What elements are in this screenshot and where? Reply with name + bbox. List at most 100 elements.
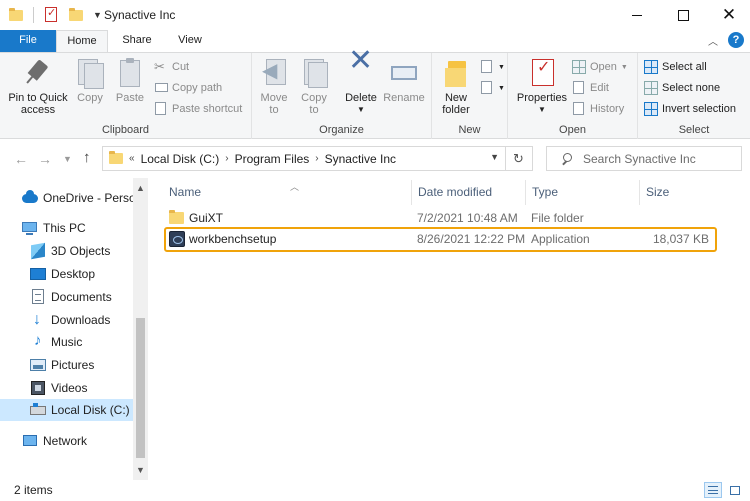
cut-label: Cut bbox=[172, 61, 190, 73]
breadcrumb-local-disk[interactable]: Local Disk (C:) bbox=[141, 152, 220, 166]
column-header-size[interactable]: Size bbox=[639, 180, 719, 205]
refresh-icon[interactable]: ↻ bbox=[505, 146, 533, 171]
recent-locations-chevron-icon[interactable]: ▼ bbox=[63, 154, 72, 164]
address-history-dropdown-icon[interactable]: ▼ bbox=[490, 152, 499, 162]
copy-path-button[interactable]: Copy path bbox=[154, 79, 222, 97]
sidebar-item-videos[interactable]: Videos bbox=[30, 377, 134, 399]
sidebar-item-label: Local Disk (C:) bbox=[51, 403, 130, 417]
tab-share[interactable]: Share bbox=[112, 30, 162, 52]
back-arrow-icon[interactable]: ← bbox=[14, 151, 28, 167]
rename-button[interactable]: Rename bbox=[382, 57, 426, 104]
onedrive-cloud-icon bbox=[22, 190, 38, 206]
pin-icon bbox=[22, 57, 54, 89]
breadcrumb-synactive-inc[interactable]: Synactive Inc bbox=[325, 152, 396, 166]
paste-shortcut-label: Paste shortcut bbox=[172, 103, 243, 115]
sidebar-item-local-disk[interactable]: Local Disk (C:) bbox=[0, 399, 133, 421]
sidebar-item-downloads[interactable]: ↓ Downloads bbox=[30, 309, 134, 331]
organize-group-label: Organize bbox=[319, 124, 364, 136]
file-list: Name ︿ Date modified Type Size GuiXT 7/2… bbox=[155, 178, 750, 480]
clipboard-group: Pin to Quick access Copy Paste ✂ Cut Cop… bbox=[0, 53, 252, 139]
select-all-button[interactable]: Select all bbox=[644, 58, 707, 76]
edit-label: Edit bbox=[590, 82, 609, 94]
large-icons-view-icon[interactable] bbox=[726, 482, 744, 498]
open-button[interactable]: Open ▼ bbox=[572, 58, 628, 76]
sidebar-item-music[interactable]: ♪ Music bbox=[30, 331, 134, 353]
sidebar-scrollbar[interactable]: ▲ ▼ bbox=[133, 178, 148, 480]
delete-button[interactable]: ✕ Delete ▼ bbox=[342, 46, 380, 116]
address-bar[interactable]: « Local Disk (C:) › Program Files › Syna… bbox=[102, 146, 506, 171]
new-item-button[interactable]: ▼ bbox=[480, 58, 505, 76]
column-header-name[interactable]: Name ︿ bbox=[163, 180, 411, 205]
sidebar-item-desktop[interactable]: Desktop bbox=[30, 263, 134, 285]
maximize-button[interactable] bbox=[660, 0, 706, 30]
new-folder-button[interactable]: New folder bbox=[436, 57, 476, 116]
copy-to-icon bbox=[298, 57, 330, 89]
properties-dropdown-icon[interactable]: ▼ bbox=[514, 104, 570, 116]
scroll-down-icon[interactable]: ▼ bbox=[133, 463, 148, 478]
select-none-icon bbox=[644, 81, 658, 95]
tab-home[interactable]: Home bbox=[56, 30, 108, 53]
delete-dropdown-icon[interactable]: ▼ bbox=[342, 104, 380, 116]
up-arrow-icon[interactable]: ↑ bbox=[83, 149, 91, 166]
copy-button[interactable]: Copy bbox=[72, 57, 108, 104]
sidebar-item-3d-objects[interactable]: 3D Objects bbox=[30, 240, 134, 262]
scroll-up-icon[interactable]: ▲ bbox=[133, 181, 148, 196]
customize-toolbar-dropdown-icon[interactable]: ▼ bbox=[93, 10, 102, 20]
select-group: Select all Select none Invert selection … bbox=[638, 53, 750, 139]
history-icon bbox=[572, 102, 586, 116]
sidebar-item-label: 3D Objects bbox=[51, 244, 111, 258]
open-group-label: Open bbox=[559, 124, 586, 136]
scroll-thumb[interactable] bbox=[136, 318, 145, 458]
column-header-date-modified[interactable]: Date modified bbox=[411, 180, 525, 205]
network-icon bbox=[22, 433, 38, 449]
navigation-bar: ← → ▼ ↑ « Local Disk (C:) › Program File… bbox=[0, 140, 750, 178]
pin-to-quick-access-button[interactable]: Pin to Quick access bbox=[4, 57, 72, 116]
file-row-guixt[interactable]: GuiXT 7/2/2021 10:48 AM File folder bbox=[163, 208, 715, 228]
history-button[interactable]: History bbox=[572, 100, 624, 118]
address-overflow-icon[interactable]: « bbox=[129, 153, 135, 164]
copy-path-icon bbox=[154, 81, 168, 95]
sidebar-item-pictures[interactable]: Pictures bbox=[30, 354, 134, 376]
invert-selection-button[interactable]: Invert selection bbox=[644, 100, 736, 118]
forward-arrow-icon[interactable]: → bbox=[38, 151, 52, 167]
sidebar-item-this-pc[interactable]: This PC bbox=[22, 217, 134, 239]
properties-quick-icon[interactable] bbox=[43, 6, 59, 23]
select-none-button[interactable]: Select none bbox=[644, 79, 720, 97]
move-to-label-line1: Move bbox=[260, 92, 288, 104]
sidebar-item-network[interactable]: Network bbox=[22, 430, 134, 452]
sidebar-item-label: Desktop bbox=[51, 267, 96, 281]
column-size-label: Size bbox=[646, 185, 670, 199]
collapse-ribbon-icon[interactable]: ︿ bbox=[708, 33, 718, 48]
copy-to-button[interactable]: Copy to bbox=[296, 57, 332, 116]
help-icon[interactable]: ? bbox=[728, 32, 744, 48]
new-group: New folder ▼ ▼ New bbox=[432, 53, 508, 139]
tab-view[interactable]: View bbox=[164, 30, 216, 52]
column-date-label: Date modified bbox=[418, 185, 493, 199]
paste-button[interactable]: Paste bbox=[112, 57, 148, 104]
navigation-pane: OneDrive - Person This PC 3D Objects Des… bbox=[0, 178, 150, 480]
breadcrumb-separator-icon[interactable]: › bbox=[315, 153, 318, 164]
column-header-type[interactable]: Type bbox=[525, 180, 639, 205]
new-item-icon bbox=[480, 60, 494, 74]
search-input[interactable]: Search Synactive Inc bbox=[546, 146, 742, 171]
details-view-icon[interactable] bbox=[704, 482, 722, 498]
sidebar-item-onedrive[interactable]: OneDrive - Person bbox=[22, 187, 134, 209]
edit-button[interactable]: Edit bbox=[572, 79, 609, 97]
new-folder-quick-icon[interactable] bbox=[68, 7, 84, 23]
properties-button[interactable]: Properties ▼ bbox=[514, 57, 570, 116]
cut-button[interactable]: ✂ Cut bbox=[154, 58, 189, 76]
minimize-button[interactable] bbox=[614, 0, 660, 30]
title-bar: ▼ Synactive Inc ✕ bbox=[0, 0, 750, 30]
copy-label: Copy bbox=[77, 92, 103, 104]
edit-icon bbox=[572, 81, 586, 95]
move-to-button[interactable]: ◀ Move to bbox=[256, 57, 292, 116]
select-all-label: Select all bbox=[662, 61, 707, 73]
close-button[interactable]: ✕ bbox=[706, 0, 750, 30]
easy-access-button[interactable]: ▼ bbox=[480, 79, 505, 97]
breadcrumb-separator-icon[interactable]: › bbox=[225, 153, 228, 164]
status-bar: 2 items bbox=[0, 480, 750, 501]
breadcrumb-program-files[interactable]: Program Files bbox=[235, 152, 310, 166]
sidebar-item-documents[interactable]: Documents bbox=[30, 286, 134, 308]
paste-shortcut-button[interactable]: Paste shortcut bbox=[154, 100, 242, 118]
tab-file[interactable]: File bbox=[0, 30, 56, 52]
